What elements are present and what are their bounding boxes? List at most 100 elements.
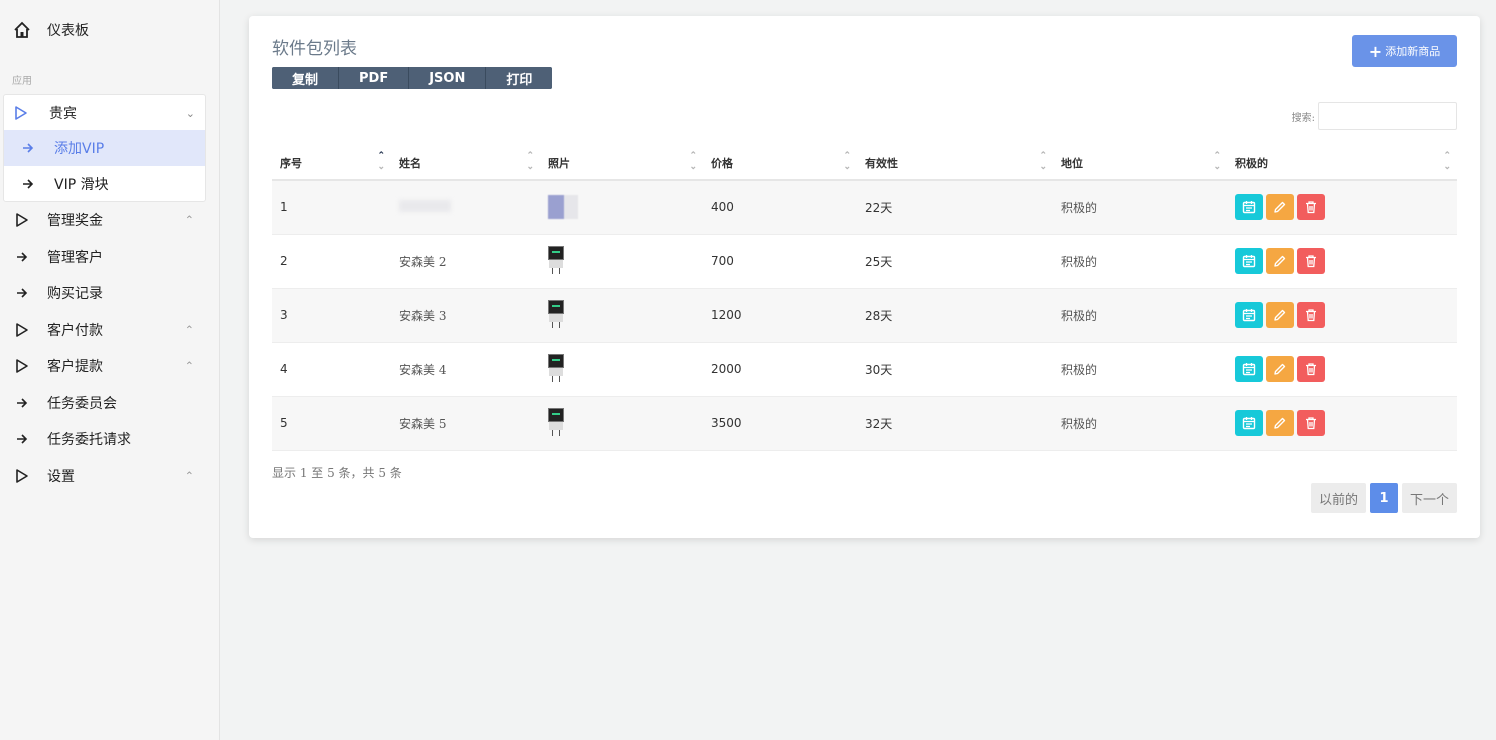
sort-icon: ⌃ ⌄ xyxy=(377,151,385,172)
edit-button[interactable] xyxy=(1266,194,1294,221)
column-header-label: 价格 xyxy=(711,156,733,170)
edit-button[interactable] xyxy=(1266,248,1294,274)
cell-actions xyxy=(1227,288,1457,343)
cell-actions xyxy=(1227,342,1457,397)
product-photo xyxy=(548,300,564,330)
sidebar-item[interactable]: 任务委托请求 xyxy=(0,421,206,457)
column-header-label: 有效性 xyxy=(865,156,898,170)
chevron-up-icon: ⌃ xyxy=(184,359,194,373)
calendar-icon xyxy=(1242,416,1256,430)
package-list-card: 软件包列表 + 添加新商品 复制 PDF JSON 打印 搜索: 序号 ⌃ ⌄ 姓名… xyxy=(249,16,1480,538)
cell-price: 1200 xyxy=(703,288,857,343)
copy-button[interactable]: 复制 xyxy=(272,67,340,89)
next-page-button[interactable]: 下一个 xyxy=(1401,483,1457,513)
table-header-row: 序号 ⌃ ⌄ 姓名 ⌃ ⌄ 照片 ⌃ ⌄ 价格 ⌃ ⌄ 有效性 ⌃ ⌄ 地位 ⌃ ⌄ 积极的 ⌃ ⌄ xyxy=(272,146,1457,181)
sidebar-item-label: 客户付款 xyxy=(47,323,103,339)
arrow-right-icon xyxy=(12,287,32,299)
json-button[interactable]: JSON xyxy=(409,67,487,89)
cell-actions xyxy=(1227,396,1457,451)
previous-page-button[interactable]: 以前的 xyxy=(1310,483,1366,513)
product-photo xyxy=(548,195,578,220)
sidebar-item[interactable]: 客户付款 ⌃ xyxy=(0,312,206,348)
column-header-label: 姓名 xyxy=(399,156,421,170)
cell-validity: 30天 xyxy=(857,342,1053,397)
pdf-button[interactable]: PDF xyxy=(339,67,410,89)
trash-icon xyxy=(1304,308,1318,322)
sidebar-item[interactable]: 客户提款 ⌃ xyxy=(0,348,206,384)
sidebar-section-label: 应用 xyxy=(12,76,32,87)
pencil-icon xyxy=(1273,308,1287,322)
column-header-actions[interactable]: 积极的 ⌃ ⌄ xyxy=(1227,146,1457,181)
delete-button[interactable] xyxy=(1297,194,1325,221)
cell-validity: 22天 xyxy=(857,180,1053,235)
cell-name-wrap: 安森美 3 xyxy=(391,288,540,343)
cell-status: 积极的 xyxy=(1053,396,1227,451)
trash-icon xyxy=(1304,416,1318,430)
calendar-icon xyxy=(1242,362,1256,376)
column-header-photo[interactable]: 照片 ⌃ ⌄ xyxy=(540,146,703,181)
cell-status: 积极的 xyxy=(1053,342,1227,397)
sort-icon: ⌃ ⌄ xyxy=(1443,151,1451,172)
delete-button[interactable] xyxy=(1297,356,1325,382)
sidebar-item-label: 仪表板 xyxy=(47,23,89,39)
calendar-button[interactable] xyxy=(1235,410,1263,436)
sidebar-item-label: 任务委员会 xyxy=(47,396,117,412)
sidebar-item[interactable]: 管理奖金 ⌃ xyxy=(0,202,206,238)
table-row: 5 安森美 5 3500 32天 积极的 xyxy=(272,396,1457,451)
search-label: 搜索: xyxy=(1291,113,1315,124)
cell-name: 安森美 3 xyxy=(399,308,447,323)
cell-price: 3500 xyxy=(703,396,857,451)
calendar-button[interactable] xyxy=(1235,194,1263,221)
table-summary: 显示 1 至 5 条，共 5 条 xyxy=(272,466,402,480)
arrow-right-icon xyxy=(22,142,40,154)
calendar-icon xyxy=(1242,200,1256,214)
cell-name-wrap: 安森美 5 xyxy=(391,396,540,451)
column-header-id[interactable]: 序号 ⌃ ⌄ xyxy=(272,146,391,181)
triangle-right-icon xyxy=(12,468,32,484)
product-photo xyxy=(548,354,564,384)
delete-button[interactable] xyxy=(1297,410,1325,436)
calendar-button[interactable] xyxy=(1235,356,1263,382)
home-icon xyxy=(12,21,32,39)
sort-icon: ⌃ ⌄ xyxy=(1213,151,1221,172)
cell-price: 700 xyxy=(703,234,857,289)
table-row: 4 安森美 4 2000 30天 积极的 xyxy=(272,342,1457,397)
export-button-group: 复制 PDF JSON 打印 xyxy=(272,67,553,89)
cell-name-wrap: 安森美 2 xyxy=(391,234,540,289)
sidebar-item[interactable]: 设置 ⌃ xyxy=(0,458,206,494)
delete-button[interactable] xyxy=(1297,302,1325,328)
column-header-name[interactable]: 姓名 ⌃ ⌄ xyxy=(391,146,540,181)
sidebar-item-label: 贵宾 xyxy=(49,106,77,122)
edit-button[interactable] xyxy=(1266,356,1294,382)
cell-photo xyxy=(540,342,703,397)
column-header-validity[interactable]: 有效性 ⌃ ⌄ xyxy=(857,146,1053,181)
sort-icon: ⌃ ⌄ xyxy=(843,151,851,172)
cell-status: 积极的 xyxy=(1053,180,1227,235)
column-header-price[interactable]: 价格 ⌃ ⌄ xyxy=(703,146,857,181)
sidebar-item[interactable]: 任务委员会 xyxy=(0,385,206,421)
sidebar-item[interactable]: 购买记录 xyxy=(0,275,206,311)
sidebar-item-vip[interactable]: 贵宾 ⌄ xyxy=(4,95,205,131)
column-header-status[interactable]: 地位 ⌃ ⌄ xyxy=(1053,146,1227,181)
cell-name: 安森美 5 xyxy=(399,416,447,431)
edit-button[interactable] xyxy=(1266,302,1294,328)
cell-validity: 28天 xyxy=(857,288,1053,343)
search-input[interactable] xyxy=(1318,102,1457,130)
sidebar-item[interactable]: 管理客户 xyxy=(0,239,206,275)
add-product-button[interactable]: + 添加新商品 xyxy=(1352,35,1457,67)
calendar-button[interactable] xyxy=(1235,302,1263,328)
plus-icon: + xyxy=(1368,41,1383,61)
delete-button[interactable] xyxy=(1297,248,1325,274)
sidebar-item-vip-slider[interactable]: VIP 滑块 xyxy=(4,166,205,202)
cell-price: 2000 xyxy=(703,342,857,397)
table-row: 3 安森美 3 1200 28天 积极的 xyxy=(272,288,1457,343)
calendar-button[interactable] xyxy=(1235,248,1263,274)
edit-button[interactable] xyxy=(1266,410,1294,436)
print-button[interactable]: 打印 xyxy=(486,67,553,89)
page-1-button[interactable]: 1 xyxy=(1369,483,1398,513)
triangle-right-icon xyxy=(13,105,31,121)
sidebar-item-dashboard[interactable]: 仪表板 xyxy=(0,12,206,48)
cell-name-wrap: 安森美 4 xyxy=(391,342,540,397)
sidebar-item-add-vip[interactable]: 添加VIP xyxy=(4,130,205,166)
cell-id: 5 xyxy=(272,396,391,451)
